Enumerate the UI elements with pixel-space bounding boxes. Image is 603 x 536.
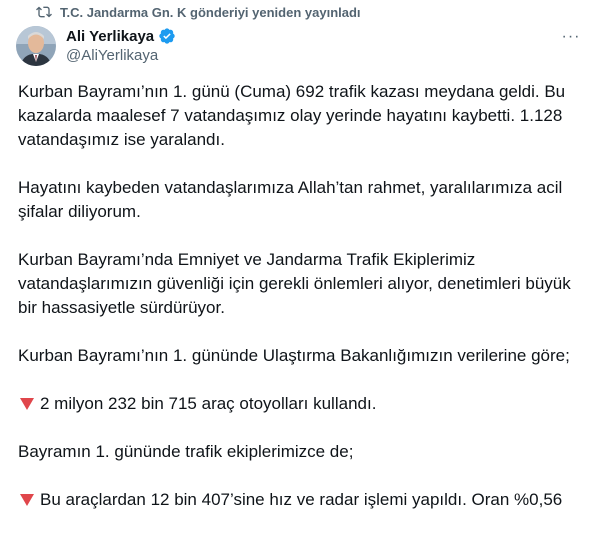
tweet-text: Kurban Bayramı’nın 1. günü (Cuma) 692 tr… [18,80,590,536]
tweet-bullet: 2 milyon 232 bin 715 araç otoyolları kul… [18,392,590,416]
bullet-text: Bu araçlardan 12 bin 407’sine hız ve rad… [40,490,563,509]
tweet-paragraph: Hayatını kaybeden vatandaşlarımıza Allah… [18,178,563,221]
author-handle[interactable]: @AliYerlikaya [66,47,176,64]
verified-badge-icon [158,27,176,45]
repost-icon [36,6,52,18]
tweet-paragraph: Kurban Bayramı’nın 1. gününde Ulaştırma … [18,346,570,365]
more-options-icon[interactable]: ··· [559,28,583,46]
red-triangle-down-icon [20,398,34,410]
author-info: Ali Yerlikaya @AliYerlikaya [66,27,176,64]
tweet-paragraph: Kurban Bayramı’nda Emniyet ve Jandarma T… [18,250,571,317]
tweet-paragraph: Kurban Bayramı’nın 1. günü (Cuma) 692 tr… [18,82,566,149]
avatar-image [16,26,56,66]
red-triangle-down-icon [20,494,34,506]
bullet-text: 2 milyon 232 bin 715 araç otoyolları kul… [40,394,377,413]
author-name[interactable]: Ali Yerlikaya [66,28,154,45]
repost-text: T.C. Jandarma Gn. K gönderiyi yeniden ya… [60,4,361,20]
avatar[interactable] [16,26,56,66]
repost-indicator[interactable]: T.C. Jandarma Gn. K gönderiyi yeniden ya… [36,4,361,20]
tweet-paragraph: Bayramın 1. gününde trafik ekiplerimizce… [18,442,354,461]
tweet-bullet: Bu araçlardan 12 bin 407’sine hız ve rad… [18,488,590,512]
